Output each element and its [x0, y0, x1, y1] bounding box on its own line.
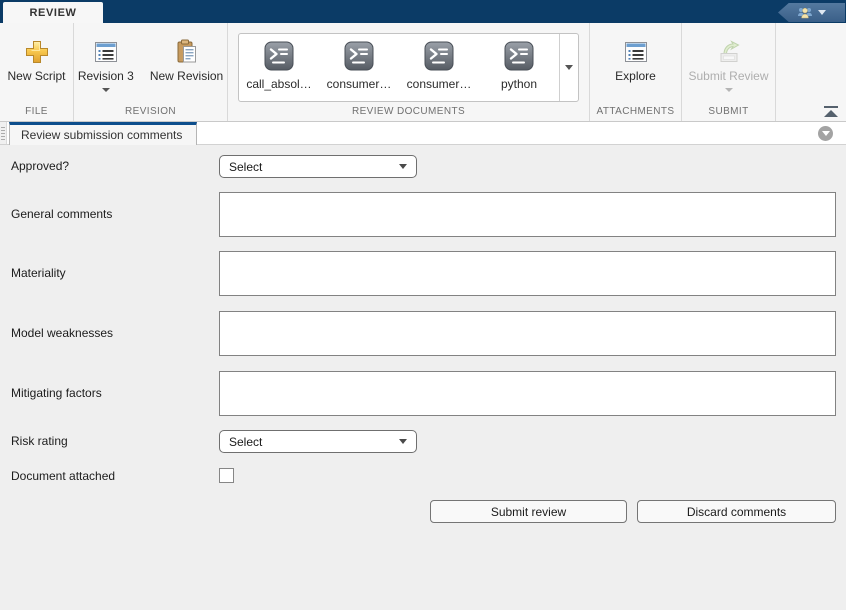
submit-arrow-icon: [715, 38, 743, 66]
toolstrip-section-file: New Script FILE: [0, 23, 74, 121]
revision-dropdown-label: Revision 3: [77, 69, 134, 83]
tab-review-submission-comments[interactable]: Review submission comments: [9, 122, 197, 145]
script-terminal-icon: [504, 41, 534, 76]
general-comments-label: General comments: [11, 207, 113, 221]
section-label-revision: REVISION: [125, 106, 176, 117]
submit-review-form-label: Submit review: [490, 504, 567, 519]
mitigating-factors-label: Mitigating factors: [11, 386, 102, 400]
materiality-label: Materiality: [11, 266, 66, 280]
caret-down-icon: [399, 439, 407, 444]
gallery-item-consumer-1[interactable]: consumer…: [319, 34, 399, 101]
plus-icon: [24, 38, 50, 66]
title-banner: REVIEW: [0, 0, 846, 23]
discard-comments-label: Discard comments: [686, 504, 787, 519]
section-label-file: FILE: [25, 106, 48, 117]
caret-down-icon: [565, 65, 573, 70]
script-terminal-icon: [424, 41, 454, 76]
panel-drag-handle[interactable]: [0, 122, 7, 144]
new-script-label: New Script: [7, 69, 66, 83]
caret-down-icon: [724, 88, 733, 92]
toolstrip: New Script FILE Revision 3 New Revision …: [0, 23, 846, 122]
risk-rating-dropdown-value: Select: [229, 434, 263, 449]
risk-rating-label: Risk rating: [11, 434, 68, 448]
toolstrip-section-attachments: Explore ATTACHMENTS: [590, 23, 682, 121]
caret-down-icon: [101, 88, 110, 92]
section-label-attachments: ATTACHMENTS: [596, 106, 675, 117]
panel-collapse-button[interactable]: [818, 126, 833, 141]
community-users-icon: [797, 6, 813, 19]
tab-review[interactable]: REVIEW: [3, 2, 103, 23]
approved-dropdown[interactable]: Select: [219, 155, 417, 178]
approved-dropdown-value: Select: [229, 159, 263, 174]
new-script-button[interactable]: New Script: [0, 23, 74, 83]
model-weaknesses-input[interactable]: [219, 311, 836, 356]
user-menu-button[interactable]: [778, 3, 845, 22]
general-comments-input[interactable]: [219, 192, 836, 237]
document-attached-checkbox[interactable]: [219, 468, 234, 483]
clipboard-icon: [175, 38, 199, 66]
document-attached-label: Document attached: [11, 469, 116, 483]
mitigating-factors-input[interactable]: [219, 371, 836, 416]
explore-label: Explore: [615, 69, 656, 83]
caret-down-icon: [818, 10, 826, 15]
panel-tab-label: Review submission comments: [21, 128, 183, 142]
explore-list-icon: [624, 38, 648, 66]
new-revision-label: New Revision: [149, 69, 224, 83]
caret-down-icon: [399, 164, 407, 169]
minimize-toolstrip-icon[interactable]: [824, 106, 838, 117]
gallery-item-label: consumer…: [406, 77, 472, 91]
gallery-item-python[interactable]: python: [479, 34, 559, 101]
gallery-item-label: python: [500, 77, 538, 91]
section-label-submit: SUBMIT: [708, 106, 749, 117]
toolstrip-spacer: [776, 23, 846, 121]
gallery-item-label: call_absol…: [246, 77, 312, 91]
panel-tabbar: Review submission comments: [0, 122, 846, 145]
gallery-item-consumer-2[interactable]: consumer…: [399, 34, 479, 101]
toolstrip-section-revision: Revision 3 New Revision REVISION: [74, 23, 228, 121]
section-label-review-documents: REVIEW DOCUMENTS: [351, 106, 466, 117]
caret-down-icon: [821, 131, 830, 136]
gallery-item-label: consumer…: [326, 77, 392, 91]
tab-review-label: REVIEW: [29, 6, 77, 19]
discard-comments-button[interactable]: Discard comments: [637, 500, 836, 523]
toolstrip-section-review-documents: call_absol… consumer… consumer… python R…: [228, 23, 590, 121]
gallery-item-call-absol[interactable]: call_absol…: [239, 34, 319, 101]
review-documents-gallery: call_absol… consumer… consumer… python: [238, 33, 579, 102]
script-terminal-icon: [344, 41, 374, 76]
submit-review-label: Submit Review: [688, 69, 769, 83]
script-terminal-icon: [264, 41, 294, 76]
submit-review-button[interactable]: Submit Review: [680, 23, 776, 92]
approved-label: Approved?: [11, 159, 70, 173]
new-revision-button[interactable]: New Revision: [142, 23, 231, 83]
revision-list-icon: [94, 38, 118, 66]
materiality-input[interactable]: [219, 251, 836, 296]
review-comments-form: Approved? Select General comments Materi…: [0, 145, 846, 610]
toolstrip-section-submit: Submit Review SUBMIT: [682, 23, 776, 121]
revision-dropdown-button[interactable]: Revision 3: [70, 23, 142, 92]
submit-review-form-button[interactable]: Submit review: [430, 500, 627, 523]
gallery-expand-button[interactable]: [559, 34, 578, 101]
risk-rating-dropdown[interactable]: Select: [219, 430, 417, 453]
explore-button[interactable]: Explore: [607, 23, 664, 83]
model-weaknesses-label: Model weaknesses: [11, 326, 114, 340]
